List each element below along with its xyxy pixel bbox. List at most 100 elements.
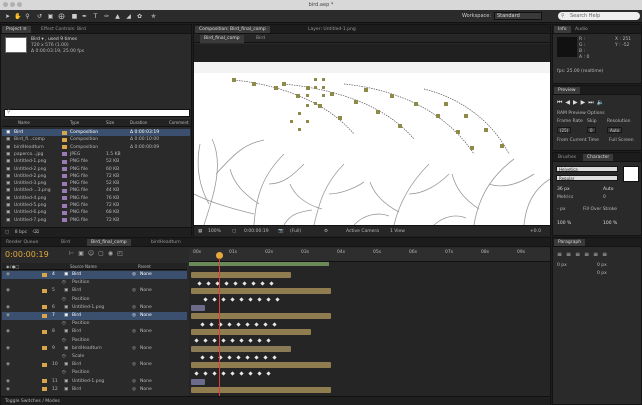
- keyframe-marker[interactable]: [254, 354, 259, 360]
- keyframe-marker[interactable]: [200, 354, 205, 360]
- parent-select[interactable]: None: [140, 287, 152, 294]
- stroke-mode-select[interactable]: Fill Over Stroke: [583, 207, 617, 212]
- layer-duration-bar[interactable]: [191, 313, 331, 319]
- pen-tool-icon[interactable]: ✒: [81, 13, 88, 20]
- region-toggle-icon[interactable]: ▢: [232, 226, 236, 237]
- project-item-row[interactable]: ▣ Untitled-5.png PNG file 72 KB: [2, 202, 190, 209]
- puppet-pin-tool-icon[interactable]: ✯: [150, 13, 157, 20]
- tab-bird-final-comp[interactable]: Bird_final_comp: [87, 239, 131, 246]
- project-item-row[interactable]: ▣ Untitled-2.png PNG file 60 KB: [2, 166, 190, 173]
- parent-pickwhip-icon[interactable]: ◎: [132, 386, 136, 393]
- keyframe-marker[interactable]: [257, 338, 262, 343]
- tab-composition[interactable]: Composition: Bird_final_comp: [195, 26, 270, 33]
- layer-label-color[interactable]: [42, 305, 47, 310]
- layer-row[interactable]: ◉ 8 ▣ Bird ◎ None: [2, 328, 187, 336]
- label-color-swatch[interactable]: [62, 181, 67, 186]
- space-before-value[interactable]: 0 px: [597, 271, 607, 276]
- keyframe-marker[interactable]: [209, 322, 214, 327]
- visibility-icon[interactable]: ◉: [6, 345, 10, 352]
- parent-select[interactable]: None: [140, 312, 152, 319]
- indent-left-value[interactable]: 0 px: [557, 263, 567, 268]
- label-color-swatch[interactable]: [62, 218, 67, 223]
- project-item-row[interactable]: ▣ Untitled-1.png PNG file 52 KB: [2, 158, 190, 165]
- tab-bird[interactable]: Bird: [57, 239, 74, 246]
- label-color-swatch[interactable]: [62, 137, 67, 142]
- layer-duration-bar[interactable]: [191, 288, 331, 295]
- project-item-row[interactable]: ▣ Untitled-6.png PNG file 68 KB: [2, 209, 190, 216]
- roto-brush-tool-icon[interactable]: ✿: [136, 13, 143, 20]
- keyframe-marker[interactable]: [233, 281, 238, 286]
- resolution-select[interactable]: (Full): [290, 226, 301, 237]
- kerning-value[interactable]: Metrics: [557, 195, 573, 200]
- layer-property-row[interactable]: ◷ Position: [2, 296, 187, 304]
- keyframe-marker[interactable]: [200, 322, 205, 327]
- keyframe-marker[interactable]: [203, 371, 208, 376]
- tracking-value[interactable]: 0: [603, 195, 606, 200]
- keyframe-marker[interactable]: [269, 281, 274, 286]
- frame-blending-icon[interactable]: ▢: [98, 250, 108, 257]
- layer-duration-bar[interactable]: [191, 362, 331, 369]
- layer-row[interactable]: ◉ 10 ▣ Bird ◎ None: [2, 361, 187, 369]
- horizontal-scale-value[interactable]: 100 %: [603, 221, 617, 226]
- keyframe-marker[interactable]: [212, 338, 217, 343]
- clone-stamp-tool-icon[interactable]: ▲: [114, 13, 121, 20]
- motion-blur-icon[interactable]: ◉: [108, 250, 117, 257]
- layer-duration-bar[interactable]: [191, 345, 291, 352]
- camera-tool-icon[interactable]: ▣: [47, 13, 54, 20]
- label-color-swatch[interactable]: [62, 130, 67, 135]
- timeline-timecode[interactable]: 0:00:00:19: [5, 250, 49, 259]
- visibility-icon[interactable]: ◉: [6, 378, 10, 385]
- project-item-row[interactable]: ▣ paperco...jpg JPEG 1.5 KB: [2, 151, 190, 158]
- keyframe-marker[interactable]: [212, 371, 217, 376]
- stopwatch-icon[interactable]: ◷: [62, 337, 66, 344]
- eraser-tool-icon[interactable]: ◢: [125, 13, 132, 20]
- keyframe-marker[interactable]: [251, 281, 256, 286]
- keyframe-marker[interactable]: [254, 322, 259, 327]
- justify-center-icon[interactable]: ≡: [593, 251, 602, 258]
- label-color-swatch[interactable]: [62, 210, 67, 215]
- keyframe-marker[interactable]: [227, 354, 232, 360]
- folder-icon[interactable]: ▢: [5, 230, 9, 235]
- visibility-icon[interactable]: ◉: [6, 361, 10, 368]
- col-parent[interactable]: Parent: [138, 263, 151, 270]
- keyframe-marker[interactable]: [230, 338, 235, 343]
- keyframe-marker[interactable]: [266, 297, 271, 302]
- vertical-scale-value[interactable]: 100 %: [557, 221, 571, 226]
- keyframe-marker[interactable]: [206, 281, 211, 286]
- keyframe-marker[interactable]: [245, 354, 250, 360]
- label-color-swatch[interactable]: [62, 152, 67, 157]
- visibility-icon[interactable]: ◉: [6, 386, 10, 393]
- label-color-swatch[interactable]: [62, 188, 67, 193]
- selection-tool-icon[interactable]: ➤: [4, 13, 11, 20]
- visibility-icon[interactable]: ◉: [6, 304, 10, 311]
- layer-duration-bar[interactable]: [191, 304, 205, 311]
- visibility-icon[interactable]: ◉: [6, 312, 10, 319]
- parent-select[interactable]: None: [140, 304, 152, 311]
- project-item-row[interactable]: ▣ Bird Composition Δ 0:00:03:19: [2, 129, 190, 136]
- tab-paragraph[interactable]: Paragraph: [554, 239, 586, 246]
- font-family-select[interactable]: Helvetica: [556, 166, 618, 172]
- shy-layers-icon[interactable]: ☺: [88, 250, 98, 257]
- parent-pickwhip-icon[interactable]: ◎: [132, 287, 136, 294]
- layer-label-color[interactable]: [42, 329, 47, 334]
- project-item-row[interactable]: ▣ Untitled-3.png PNG file 52 KB: [2, 180, 190, 187]
- last-frame-icon[interactable]: ⏭: [588, 99, 596, 106]
- toggle-switches-modes[interactable]: Toggle Switches / Modes: [5, 399, 60, 404]
- project-item-row[interactable]: ▣ Untitled-...3.png PNG file 44 KB: [2, 187, 190, 194]
- timeline-tracks[interactable]: 00s 01s 02s 03s 04s 05s 06s 07s 08s 09s: [189, 248, 550, 396]
- layer-label-color[interactable]: [42, 387, 47, 392]
- fast-preview-icon[interactable]: ⚙: [324, 226, 328, 237]
- keyframe-marker[interactable]: [239, 338, 244, 343]
- keyframe-marker[interactable]: [194, 371, 199, 376]
- stopwatch-icon[interactable]: ◷: [62, 353, 66, 360]
- keyframe-marker[interactable]: [275, 297, 280, 302]
- zoom-tool-icon[interactable]: ⚲: [24, 13, 31, 20]
- tab-preview[interactable]: Preview: [554, 87, 580, 94]
- parent-select[interactable]: None: [140, 361, 152, 368]
- tab-info[interactable]: Info: [554, 26, 571, 33]
- col-duration[interactable]: Duration: [130, 119, 147, 127]
- keyframe-marker[interactable]: [221, 338, 226, 343]
- parent-pickwhip-icon[interactable]: ◎: [132, 345, 136, 352]
- layer-property-row[interactable]: ◷ Position: [2, 337, 187, 345]
- layer-label-color[interactable]: [42, 313, 47, 318]
